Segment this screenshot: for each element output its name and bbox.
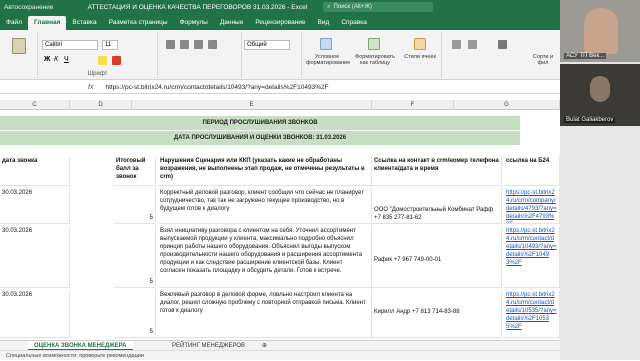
fill-color-icon[interactable]	[98, 56, 107, 65]
conditional-format-button[interactable]: Условное форматирование	[306, 54, 350, 66]
number-format-field[interactable]: Общий	[244, 40, 290, 50]
ribbon-tab-0[interactable]: Файл	[0, 16, 28, 30]
row1-date[interactable]: 30.03.2026	[0, 188, 70, 224]
status-bar: Специальные возможности: проверьте реком…	[0, 350, 560, 360]
column-header-c[interactable]: C	[0, 100, 70, 110]
row2-date[interactable]: 30.03.2026	[0, 226, 70, 288]
document-title: АТТЕСТАЦИЯ И ОЦЕНКА КАЧЕСТВА ПЕРЕГОВОРОВ…	[87, 3, 308, 11]
merge-cells-icon[interactable]	[208, 40, 217, 49]
conditional-format-icon[interactable]	[320, 38, 332, 50]
header-contact[interactable]: Ссылка на контакт в crm/номер телефона к…	[372, 156, 502, 186]
italic-button[interactable]: К	[54, 56, 58, 63]
font-size-field[interactable]: 11	[102, 40, 118, 50]
ribbon-tab-6[interactable]: Рецензирование	[249, 16, 311, 30]
cell-styles-icon[interactable]	[414, 38, 426, 50]
formula-value[interactable]: https://pc-st.bitrix24.ru/crm/contact/de…	[105, 84, 328, 91]
participant-avatar-icon	[584, 8, 618, 54]
paste-icon[interactable]	[12, 38, 26, 54]
underline-button[interactable]: Ч	[64, 56, 69, 63]
date-header[interactable]: ДАТА ПРОСЛУШИВАНИЯ И ОЦЕНКИ ЗВОНКОВ: 31.…	[0, 131, 520, 145]
fx-icon[interactable]: fx	[88, 84, 93, 91]
title-bar: Автосохранение АТТЕСТАЦИЯ И ОЦЕНКА КАЧЕС…	[0, 0, 560, 14]
font-color-icon[interactable]	[112, 56, 121, 65]
font-name-field[interactable]: Calibri	[42, 40, 98, 50]
ribbon-tab-4[interactable]: Формулы	[174, 16, 214, 30]
row1-violations[interactable]: Корректный деловой разговор, клиент сооб…	[158, 188, 372, 224]
ribbon-tab-3[interactable]: Разметка страницы	[103, 16, 174, 30]
row1-contact[interactable]: ООО "Домостроительный Комбинат Рафф +7 8…	[372, 188, 502, 224]
format-table-icon[interactable]	[368, 38, 380, 50]
header-b24[interactable]: ссылка на Б24	[504, 156, 560, 186]
row2-b24-link[interactable]: https://pc-st.bitrix24.ru/crm/contact/de…	[504, 226, 560, 288]
wrap-text-icon[interactable]	[194, 40, 203, 49]
header-date[interactable]: дата звонка	[0, 156, 70, 186]
participant-video-2[interactable]: Bulat Galiakberov	[560, 64, 640, 126]
row1-b24-link[interactable]: https://pc-st.bitrix24.ru/crm/company/de…	[504, 188, 560, 224]
participant-avatar-icon	[590, 76, 610, 102]
row2-score[interactable]: 5	[114, 226, 156, 288]
formula-bar: fx https://pc-st.bitrix24.ru/crm/contact…	[0, 82, 560, 94]
search-placeholder: Поиск (Alt+Ж)	[333, 4, 372, 10]
row3-score[interactable]: 5	[114, 290, 156, 338]
participant-video-1[interactable]: АСУ ТП Век...	[560, 0, 640, 62]
ribbon-tab-8[interactable]: Справка	[335, 16, 373, 30]
row3-b24-link[interactable]: https://pc-st.bitrix24.ru/crm/contact/de…	[504, 290, 560, 338]
row2-contact[interactable]: Рафик +7 967 749-00-01	[372, 226, 502, 288]
column-header-e[interactable]: E	[132, 100, 372, 110]
ribbon-tab-1[interactable]: Главная	[27, 16, 67, 30]
insert-cells-icon[interactable]	[452, 40, 461, 49]
font-group-label: Шрифт	[87, 71, 108, 77]
editing-group: Сорти и фил	[442, 32, 560, 78]
column-header-f[interactable]: F	[372, 100, 454, 110]
search-icon: ⌕	[327, 3, 331, 10]
column-header-g[interactable]: G	[454, 100, 560, 110]
row3-contact[interactable]: Кирилл Андр +7 813 714-83-88	[372, 290, 502, 338]
ribbon-tab-7[interactable]: Вид	[312, 16, 336, 30]
participant-2-name: Bulat Galiakberov	[564, 117, 616, 123]
sort-filter-button[interactable]: Сорти и фил	[528, 54, 558, 66]
header-score[interactable]: Итоговый балл за звонок	[114, 156, 156, 186]
ribbon-tab-2[interactable]: Вставка	[66, 16, 102, 30]
align-left-icon[interactable]	[166, 40, 175, 49]
bold-button[interactable]: Ж	[44, 56, 50, 63]
font-group: Calibri 11 Ж К Ч Шрифт	[38, 32, 158, 78]
ribbon: Calibri 11 Ж К Ч Шрифт Общий Условное фо…	[0, 30, 560, 80]
video-call-panel: АСУ ТП Век... Bulat Galiakberov	[560, 0, 640, 360]
ribbon-tab-5[interactable]: Данные	[214, 16, 249, 30]
accessibility-status[interactable]: Специальные возможности: проверьте реком…	[6, 353, 144, 359]
sum-icon[interactable]	[498, 40, 507, 49]
align-center-icon[interactable]	[180, 40, 189, 49]
delete-cells-icon[interactable]	[468, 40, 477, 49]
column-header-d[interactable]: D	[70, 100, 132, 110]
sheet-tab-bar: ОЦЕНКА ЗВОНКА МЕНЕДЖЕРА РЕЙТИНГ МЕНЕДЖЕР…	[0, 340, 560, 351]
row3-violations[interactable]: Вежливый разговор в деловой форме, ловль…	[158, 290, 372, 338]
row3-date[interactable]: 30.03.2026	[0, 290, 70, 338]
period-header[interactable]: ПЕРИОД ПРОСЛУШИВАНИЯ ЗВОНКОВ	[0, 116, 520, 130]
clipboard-group	[0, 32, 38, 78]
row1-score[interactable]: 5	[114, 188, 156, 224]
autosave-label[interactable]: Автосохранение	[4, 4, 54, 11]
number-group: Общий	[242, 32, 302, 78]
participant-1-name: АСУ ТП Век...	[564, 53, 607, 59]
header-violations[interactable]: Нарушения Сценария или ККП (указать каки…	[158, 156, 372, 186]
search-box[interactable]: ⌕ Поиск (Alt+Ж)	[323, 2, 434, 12]
row2-violations[interactable]: Взял инициативу разговора с клиентом на …	[158, 226, 372, 288]
format-as-table-button[interactable]: Форматировать как таблицу	[352, 54, 398, 66]
ribbon-tabs: Файл Главная Вставка Разметка страницы Форму…	[0, 14, 560, 30]
styles-group: Условное форматирование Форматировать ка…	[302, 32, 442, 78]
cell-styles-button[interactable]: Стили ячеек	[402, 54, 438, 60]
alignment-group	[158, 32, 242, 78]
